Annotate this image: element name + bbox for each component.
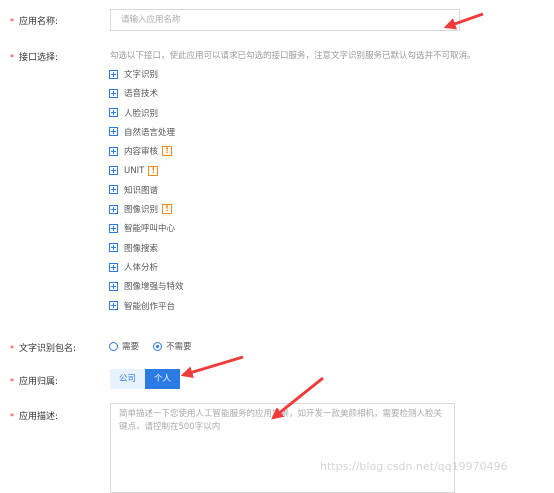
owner-company-button[interactable]: 公司 [110,369,146,389]
plus-icon[interactable] [109,127,118,137]
service-label: 图像搜索 [124,243,159,254]
service-label: 人脸识别 [124,108,159,119]
app-desc-textarea[interactable] [110,403,455,493]
service-item[interactable]: 内容审核! [109,144,173,158]
warning-icon: ! [148,165,159,176]
service-item[interactable]: 文字识别 [109,67,158,81]
service-label: 知识图谱 [124,185,159,196]
owner-segmented: 公司 个人 [110,369,181,389]
service-item[interactable]: 图像搜索 [109,241,158,255]
service-item[interactable]: 智能创作平台 [109,299,175,313]
required-mark: * [10,17,14,26]
service-item[interactable]: 图像识别! [109,202,173,216]
service-label: 图像增强与特效 [124,282,184,293]
plus-icon[interactable] [109,281,118,291]
package-radio-group: 需要 不需要 [109,340,206,352]
app-desc-label: * 应用描述: [10,412,59,422]
service-item[interactable]: 语音技术 [109,86,158,100]
app-name-input[interactable] [110,9,460,31]
service-label: 语音技术 [124,89,159,100]
service-label: 文字识别 [124,70,159,80]
api-hint: 勾选以下接口，使此应用可以请求已勾选的接口服务，注意文字识别服务已默认勾选并不可… [110,51,476,61]
radio-not-need[interactable]: 不需要 [153,340,192,352]
watermark: https://blog.csdn.net/qq19970496 [320,460,508,473]
plus-icon[interactable] [109,301,118,311]
service-item[interactable]: 人脸识别 [109,106,158,120]
app-owner-label: * 应用归属: [10,377,59,387]
required-mark: * [10,412,14,421]
arrow-owner [180,355,244,378]
plus-icon[interactable] [109,185,118,195]
app-name-label: * 应用名称: [10,17,59,27]
plus-icon[interactable] [109,69,118,79]
warning-icon: ! [162,146,173,157]
api-select-label: * 接口选择: [10,53,59,63]
required-mark: * [10,344,14,353]
plus-icon[interactable] [109,223,118,233]
service-item[interactable]: 图像增强与特效 [109,279,184,293]
ocr-package-label: * 文字识别包名: [10,344,77,354]
service-label: 人体分析 [124,263,159,273]
service-item[interactable]: UNIT! [109,164,159,178]
service-item[interactable]: 知识图谱 [109,183,158,197]
service-label: 自然语言处理 [124,127,176,138]
radio-circle-not-need[interactable] [153,341,163,351]
warning-icon: ! [162,204,173,215]
service-label: 图像识别 [124,205,159,216]
service-item[interactable]: 自然语言处理 [109,125,175,139]
plus-icon[interactable] [109,243,118,253]
radio-circle-need[interactable] [109,341,118,351]
required-mark: * [10,53,14,62]
plus-icon[interactable] [109,204,118,214]
service-label: 内容审核 [124,147,159,158]
radio-need[interactable]: 需要 [109,340,139,352]
service-label: UNIT [124,165,145,176]
plus-icon[interactable] [109,88,118,98]
required-mark: * [10,377,14,386]
plus-icon[interactable] [109,262,118,272]
service-item[interactable]: 人体分析 [109,260,158,274]
owner-personal-button[interactable]: 个人 [145,369,181,389]
plus-icon[interactable] [109,108,118,118]
service-label: 智能创作平台 [124,301,176,312]
plus-icon[interactable] [109,166,118,175]
plus-icon[interactable] [109,146,118,156]
service-item[interactable]: 智能呼叫中心 [109,221,175,235]
service-label: 智能呼叫中心 [124,224,176,235]
